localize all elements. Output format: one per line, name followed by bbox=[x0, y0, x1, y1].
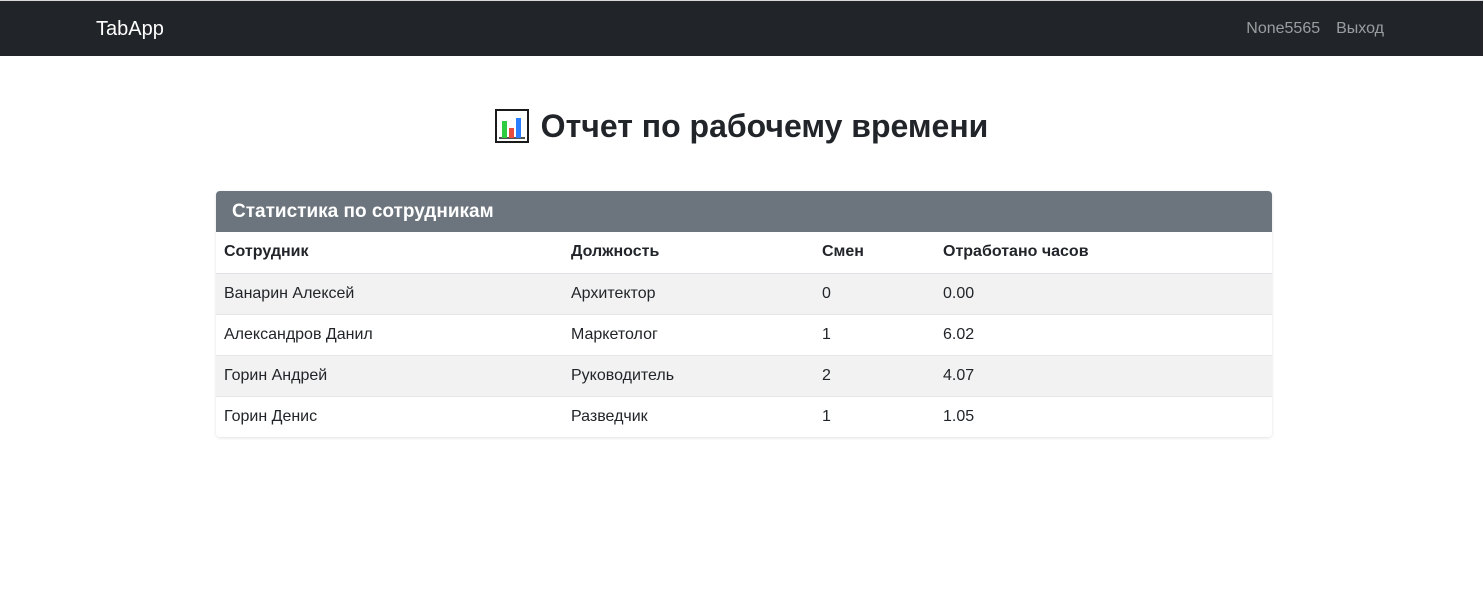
navbar: TabApp None5565 Выход bbox=[0, 0, 1483, 56]
column-header-employee: Сотрудник bbox=[216, 232, 563, 274]
cell-position: Разведчик bbox=[563, 396, 814, 437]
table-row: Горин Денис Разведчик 1 1.05 bbox=[216, 396, 1272, 437]
cell-shifts: 0 bbox=[814, 273, 935, 315]
cell-shifts: 2 bbox=[814, 355, 935, 397]
cell-shifts: 1 bbox=[814, 314, 935, 356]
cell-hours: 1.05 bbox=[935, 396, 1272, 437]
navbar-user-menu: None5565 Выход bbox=[1246, 19, 1384, 39]
cell-employee: Александров Данил bbox=[216, 314, 563, 356]
column-header-position: Должность bbox=[563, 232, 814, 274]
cell-hours: 0.00 bbox=[935, 273, 1272, 315]
cell-employee: Горин Андрей bbox=[216, 355, 563, 397]
column-header-hours: Отработано часов bbox=[935, 232, 1272, 274]
employee-stats-card: Статистика по сотрудникам Сотрудник Долж… bbox=[216, 191, 1272, 437]
cell-shifts: 1 bbox=[814, 396, 935, 437]
username-link[interactable]: None5565 bbox=[1246, 19, 1320, 39]
table-row: Горин Андрей Руководитель 2 4.07 bbox=[216, 355, 1272, 397]
card-header: Статистика по сотрудникам bbox=[216, 191, 1272, 232]
cell-hours: 4.07 bbox=[935, 355, 1272, 397]
logout-link[interactable]: Выход bbox=[1336, 19, 1384, 39]
cell-employee: Ванарин Алексей bbox=[216, 273, 563, 315]
page-title-text: Отчет по рабочему времени bbox=[540, 108, 989, 144]
employee-stats-table: Сотрудник Должность Смен Отработано часо… bbox=[216, 232, 1272, 437]
cell-position: Руководитель bbox=[563, 355, 814, 397]
cell-hours: 6.02 bbox=[935, 314, 1272, 356]
table-row: Александров Данил Маркетолог 1 6.02 bbox=[216, 314, 1272, 356]
page-header: Отчет по рабочему времени bbox=[0, 104, 1483, 148]
brand-link[interactable]: TabApp bbox=[96, 17, 164, 41]
bar-chart-icon bbox=[494, 109, 529, 143]
column-header-shifts: Смен bbox=[814, 232, 935, 274]
table-row: Ванарин Алексей Архитектор 0 0.00 bbox=[216, 273, 1272, 315]
cell-employee: Горин Денис bbox=[216, 396, 563, 437]
cell-position: Маркетолог bbox=[563, 314, 814, 356]
table-header-row: Сотрудник Должность Смен Отработано часо… bbox=[216, 232, 1272, 274]
page-title: Отчет по рабочему времени bbox=[494, 104, 989, 148]
cell-position: Архитектор bbox=[563, 273, 814, 315]
